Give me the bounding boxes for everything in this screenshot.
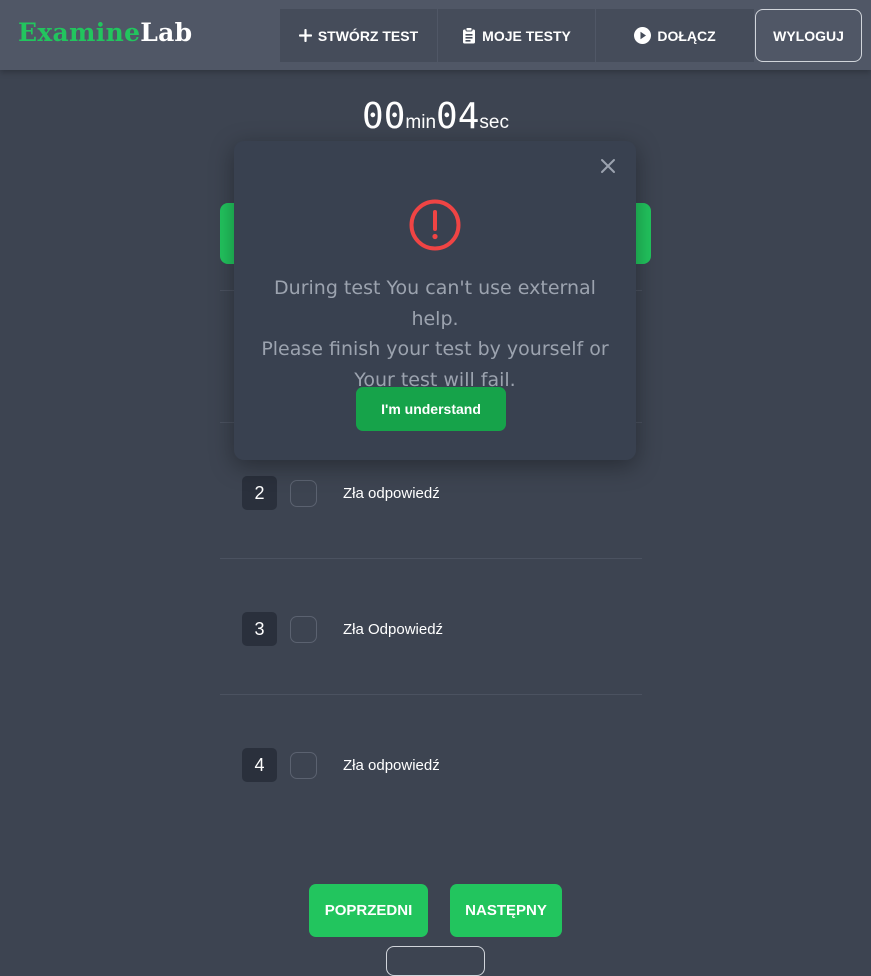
answer-label: Zła Odpowiedź — [343, 620, 444, 638]
answer-number-badge: 3 — [242, 612, 277, 646]
next-button[interactable]: NASTĘPNY — [450, 884, 562, 937]
timer-min-unit: min — [405, 112, 437, 133]
create-test-label: STWÓRZ TEST — [317, 27, 419, 44]
plus-icon — [298, 29, 312, 42]
join-label: DOŁĄCZ — [657, 27, 716, 44]
top-navbar: ExamineLab STWÓRZ TEST MOJE TESTY DOŁĄCZ… — [0, 0, 871, 70]
answer-number-badge: 2 — [242, 476, 277, 510]
previous-button[interactable]: POPRZEDNI — [309, 884, 428, 937]
divider — [220, 694, 642, 695]
countdown-timer: 00min04sec — [0, 96, 871, 137]
answer-label: Zła odpowiedź — [343, 484, 440, 502]
finish-button[interactable] — [386, 946, 485, 976]
play-circle-icon — [634, 27, 652, 44]
modal-message-line: Please finish your test by yourself or — [261, 338, 609, 360]
clipboard-icon — [462, 27, 476, 44]
divider — [220, 558, 642, 559]
modal-message: During test You can't use external help.… — [254, 273, 616, 395]
logout-button[interactable]: WYLOGUJ — [755, 9, 862, 62]
close-icon[interactable] — [598, 156, 618, 176]
brand-logo[interactable]: ExamineLab — [18, 18, 192, 47]
understand-button[interactable]: I'm understand — [356, 387, 506, 431]
my-tests-button[interactable]: MOJE TESTY — [438, 9, 595, 62]
answer-option-4[interactable]: 4 Zła odpowiedź — [242, 748, 642, 782]
exclamation-circle-icon — [409, 199, 461, 251]
timer-seconds: 04 — [436, 96, 480, 137]
answer-label: Zła odpowiedź — [343, 756, 440, 774]
answer-option-3[interactable]: 3 Zła Odpowiedź — [242, 612, 642, 646]
answer-checkbox[interactable] — [290, 615, 317, 643]
modal-message-line: During test You can't use external help. — [274, 277, 596, 330]
answer-number-badge: 4 — [242, 748, 277, 782]
answer-option-2[interactable]: 2 Zła odpowiedź — [242, 476, 642, 510]
create-test-button[interactable]: STWÓRZ TEST — [280, 9, 437, 62]
join-button[interactable]: DOŁĄCZ — [596, 9, 754, 62]
warning-modal: During test You can't use external help.… — [234, 141, 636, 460]
brand-logo-part2: Lab — [140, 18, 193, 47]
timer-minutes: 00 — [362, 96, 406, 137]
brand-logo-part1: Examine — [18, 18, 141, 47]
timer-sec-unit: sec — [479, 112, 509, 133]
answer-checkbox[interactable] — [290, 751, 317, 779]
answer-checkbox[interactable] — [290, 479, 317, 507]
my-tests-label: MOJE TESTY — [482, 27, 571, 44]
